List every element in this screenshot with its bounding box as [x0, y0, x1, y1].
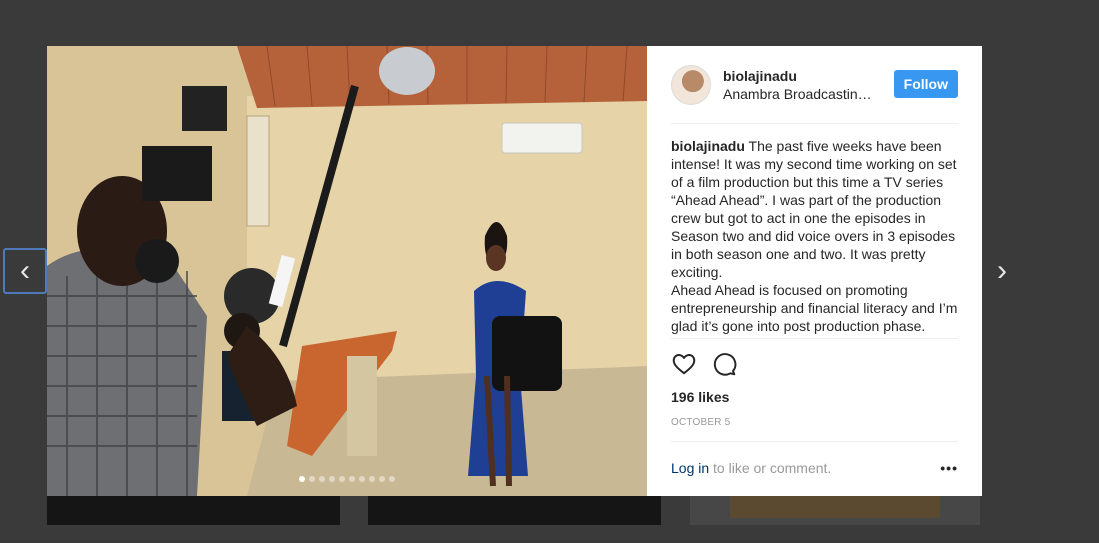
- carousel-dot: [369, 476, 375, 482]
- caption-text-2: Ahead Ahead is focused on promoting entr…: [671, 282, 958, 334]
- comment-icon[interactable]: [711, 351, 737, 377]
- more-options-icon[interactable]: •••: [940, 460, 958, 476]
- caption-text: The past five weeks have been intense! I…: [671, 138, 957, 280]
- carousel-dot: [389, 476, 395, 482]
- background-poster-thumb: [730, 494, 940, 518]
- carousel-dot: [319, 476, 325, 482]
- likes-count[interactable]: 196 likes: [671, 389, 958, 405]
- post-header: biolajinadu Anambra Broadcastin… Follow: [671, 46, 958, 124]
- location-link[interactable]: Anambra Broadcastin…: [723, 85, 875, 103]
- carousel-indicator: [47, 476, 647, 482]
- post-caption: biolajinadu The past five weeks have bee…: [671, 124, 958, 339]
- photo-scene-illustration: [47, 46, 647, 496]
- post-date: OCTOBER 5: [671, 417, 731, 428]
- heart-icon[interactable]: [671, 351, 697, 377]
- caption-username-link[interactable]: biolajinadu: [671, 138, 745, 154]
- carousel-dot: [379, 476, 385, 482]
- carousel-dot: [299, 476, 305, 482]
- carousel-dot: [339, 476, 345, 482]
- comment-footer: Log in to like or comment. •••: [671, 441, 958, 476]
- follow-button[interactable]: Follow: [893, 70, 958, 98]
- post-photo[interactable]: [47, 46, 647, 496]
- action-bar: [671, 339, 958, 377]
- post-modal: biolajinadu Anambra Broadcastin… Follow …: [47, 46, 982, 496]
- previous-post-arrow-icon[interactable]: ‹: [3, 248, 47, 294]
- carousel-dot: [329, 476, 335, 482]
- login-link[interactable]: Log in: [671, 460, 709, 476]
- carousel-dot: [349, 476, 355, 482]
- username-link[interactable]: biolajinadu: [723, 67, 875, 85]
- carousel-dot: [309, 476, 315, 482]
- carousel-dot: [359, 476, 365, 482]
- post-sidebar: biolajinadu Anambra Broadcastin… Follow …: [647, 46, 982, 496]
- next-post-arrow-icon[interactable]: ›: [980, 248, 1024, 294]
- login-prompt: to like or comment.: [709, 460, 832, 476]
- avatar[interactable]: [671, 64, 711, 105]
